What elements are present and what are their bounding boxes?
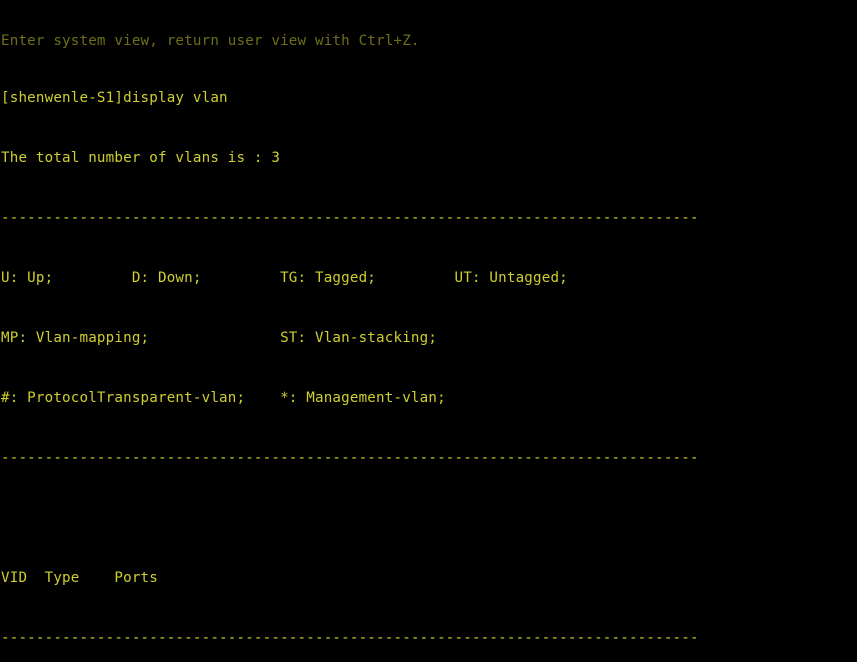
- terminal-line-legend-3: #: ProtocolTransparent-vlan; *: Manageme…: [1, 390, 446, 406]
- terminal-line-total-vlans: The total number of vlans is : 3: [1, 150, 281, 166]
- terminal-screen[interactable]: Enter system view, return user view with…: [0, 0, 857, 662]
- terminal-line-separator: ----------------------------------------…: [1, 450, 699, 466]
- terminal-line-ports-header: VID Type Ports: [1, 570, 158, 586]
- terminal-line-separator: ----------------------------------------…: [1, 630, 699, 646]
- terminal-line-legend-1: U: Up; D: Down; TG: Tagged; UT: Untagged…: [1, 270, 568, 286]
- terminal-line-scrolled: Enter system view, return user view with…: [1, 34, 420, 48]
- terminal-line-separator: ----------------------------------------…: [1, 210, 699, 226]
- terminal-line-legend-2: MP: Vlan-mapping; ST: Vlan-stacking;: [1, 330, 438, 346]
- terminal-line-command: [shenwenle-S1]display vlan: [1, 90, 228, 106]
